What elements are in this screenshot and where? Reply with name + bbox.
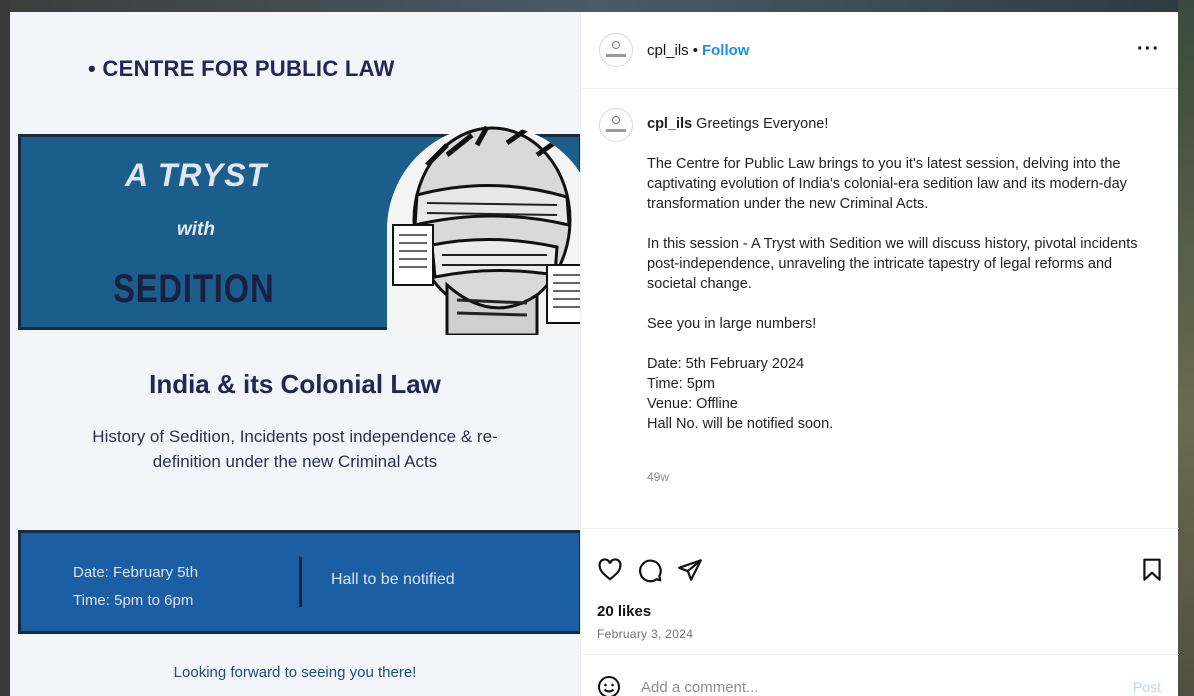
comment-bar: Add a comment... Post: [581, 654, 1179, 696]
caption-para1: The Centre for Public Law brings to you …: [647, 156, 1127, 212]
post-caption: cpl_ils Greetings Everyone! The Centre f…: [647, 114, 1161, 434]
poster-tryst: A TRYST: [125, 157, 268, 193]
post-age[interactable]: 49w: [647, 470, 669, 484]
likes-count[interactable]: 20 likes: [597, 603, 651, 620]
poster-hall: Hall to be notified: [331, 571, 455, 588]
poster-info-bar: Date: February 5th Time: 5pm to 6pm Hall…: [18, 530, 580, 634]
post-date: February 3, 2024: [597, 627, 694, 641]
poster-divider: [299, 557, 302, 607]
backdrop-left: [0, 0, 10, 696]
poster-footer: Looking forward to seeing you there!: [173, 664, 417, 681]
comment-icon[interactable]: [637, 557, 663, 583]
poster-title: India & its Colonial Law: [149, 369, 441, 399]
poster-header: • CENTRE FOR PUBLIC LAW: [88, 56, 395, 81]
caption-para2: In this session - A Tryst with Sedition …: [647, 236, 1138, 292]
caption-date: Date: 5th February 2024: [647, 356, 805, 372]
poster-datetime: Date: February 5th Time: 5pm to 6pm: [73, 559, 198, 615]
more-options-icon[interactable]: ···: [1137, 38, 1160, 61]
separator-dot: •: [692, 42, 698, 59]
caption-para3: See you in large numbers!: [647, 316, 817, 332]
post-image[interactable]: • CENTRE FOR PUBLIC LAW A TRYST with SED…: [10, 12, 580, 696]
post-modal: • CENTRE FOR PUBLIC LAW A TRYST with SED…: [10, 12, 1179, 696]
share-icon[interactable]: [677, 557, 703, 583]
post-author: cpl_ils • Follow: [647, 42, 749, 59]
caption-avatar[interactable]: [599, 108, 633, 142]
post-comment-button[interactable]: Post: [1133, 679, 1161, 695]
poster-with: with: [177, 219, 215, 240]
poster-subtitle-line1: History of Sedition, Incidents post inde…: [92, 427, 498, 446]
bookmark-icon[interactable]: [1139, 557, 1165, 583]
caption-username[interactable]: cpl_ils: [647, 116, 692, 132]
poster-sedition: SEDITION: [113, 267, 275, 311]
heart-icon[interactable]: [597, 557, 623, 583]
post-panel: cpl_ils • Follow ··· cpl_ils Greetings Eve…: [580, 12, 1179, 696]
caption-hall: Hall No. will be notified soon.: [647, 416, 834, 432]
comment-input[interactable]: Add a comment...: [641, 679, 759, 696]
emoji-icon[interactable]: [597, 675, 621, 696]
backdrop-right: [1178, 0, 1194, 696]
poster-banner: A TRYST with SEDITION: [18, 125, 580, 335]
username-link[interactable]: cpl_ils: [647, 42, 689, 59]
backdrop-top: [0, 0, 1194, 12]
poster-subtitle-line2: definition under the new Criminal Acts: [152, 452, 438, 471]
post-header: cpl_ils • Follow ···: [581, 12, 1178, 89]
avatar[interactable]: [599, 33, 633, 67]
poster-subtitle: History of Sedition, Incidents post inde…: [30, 424, 560, 474]
caption-greeting: Greetings Everyone!: [696, 116, 829, 132]
post-caption-area: cpl_ils Greetings Everyone! The Centre f…: [581, 90, 1179, 530]
follow-button[interactable]: Follow: [702, 42, 750, 59]
caption-time: Time: 5pm: [647, 376, 715, 392]
poster-illustration: [387, 125, 580, 335]
poster-date: Date: February 5th: [73, 564, 199, 581]
caption-venue: Venue: Offline: [647, 396, 738, 412]
post-actions: 20 likes February 3, 2024: [581, 528, 1179, 654]
poster-time: Time: 5pm to 6pm: [73, 592, 194, 609]
